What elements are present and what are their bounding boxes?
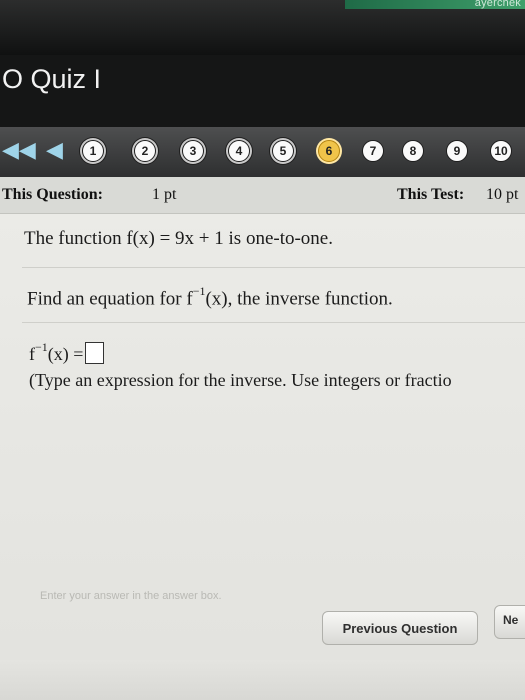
question-number-5[interactable]: 5	[272, 140, 294, 162]
answer-input-box[interactable]	[85, 342, 105, 364]
question-number-6[interactable]: 6	[318, 140, 340, 162]
content-divider	[22, 322, 525, 323]
quiz-title: O Quiz I	[2, 64, 102, 94]
answer-row: f−1(x) =	[29, 340, 105, 365]
content-divider	[22, 267, 525, 268]
question-prompt: Find an equation for f−1(x), the inverse…	[27, 284, 393, 310]
previous-arrow-icon[interactable]: ◀	[46, 138, 63, 162]
next-question-button[interactable]: Ne	[494, 605, 525, 639]
instruction-text: (Type an expression for the inverse. Use…	[29, 370, 452, 390]
top-corner-text: ayerchek	[474, 0, 521, 9]
previous-question-button[interactable]: Previous Question	[322, 611, 478, 645]
this-test-points: 10 pt	[486, 186, 519, 203]
question-number-7[interactable]: 7	[362, 140, 384, 162]
question-number-2[interactable]: 2	[134, 140, 156, 162]
prompt-prefix: Find an equation for f	[27, 288, 193, 310]
prompt-suffix: (x), the inverse function.	[205, 288, 393, 310]
question-statement: The function f(x) = 9x + 1 is one-to-one…	[24, 228, 333, 249]
question-number-9[interactable]: 9	[446, 140, 468, 162]
question-number-1[interactable]: 1	[82, 140, 104, 162]
this-question-points: 1 pt	[152, 186, 177, 203]
answer-superscript: −1	[35, 340, 48, 354]
prompt-superscript: −1	[192, 284, 206, 298]
answer-hint-text: Enter your answer in the answer box.	[40, 590, 222, 602]
question-number-3[interactable]: 3	[182, 140, 204, 162]
this-question-label: This Question:	[2, 186, 103, 203]
first-question-icon[interactable]: ◀◀	[2, 138, 36, 162]
question-number-10[interactable]: 10	[490, 140, 512, 162]
points-info-bar: This Question: 1 pt This Test: 10 pt	[0, 177, 525, 214]
this-test-label: This Test:	[397, 186, 465, 203]
question-number-4[interactable]: 4	[228, 140, 250, 162]
bottom-band	[0, 660, 525, 700]
top-accent-bar: ayerchek	[345, 0, 525, 9]
answer-suffix: (x) =	[47, 344, 84, 364]
window-top-strip: ayerchek	[0, 0, 525, 55]
question-number-8[interactable]: 8	[402, 140, 424, 162]
